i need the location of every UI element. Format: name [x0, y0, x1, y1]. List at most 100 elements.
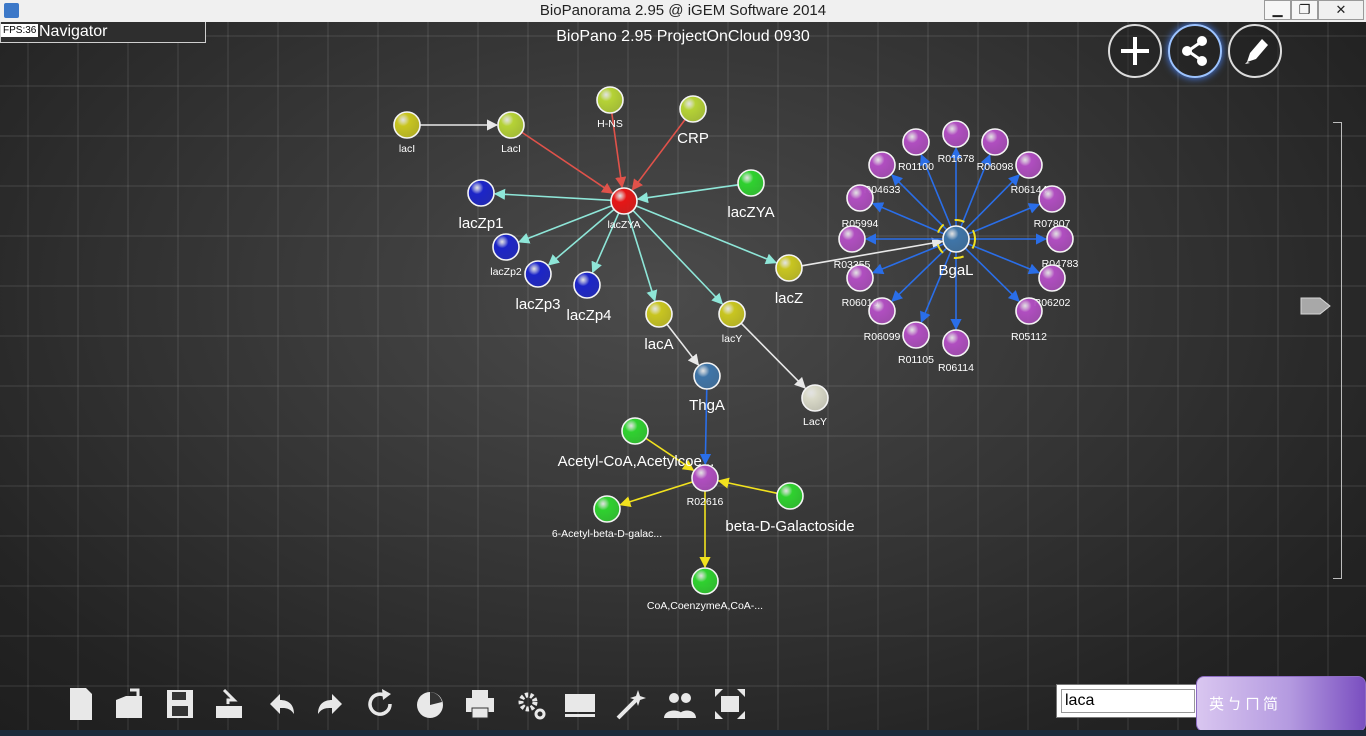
graph-edge[interactable] — [871, 243, 945, 275]
node-circle[interactable] — [524, 260, 552, 288]
node-circle[interactable] — [942, 329, 970, 357]
file-icon[interactable] — [70, 688, 92, 720]
refresh-icon[interactable] — [368, 689, 392, 716]
network-graph[interactable]: lacI LacI H-NS CRP lacZp1 lacZYA lacZYA lacZp2 l… — [0, 22, 1366, 736]
graph-edge[interactable] — [967, 203, 1041, 235]
graph-node[interactable]: BgaL — [938, 225, 974, 279]
graph-node[interactable]: R04783 — [1042, 225, 1079, 270]
node-circle[interactable] — [679, 95, 707, 123]
node-circle[interactable] — [902, 128, 930, 156]
graph-node[interactable]: R03355 — [834, 225, 871, 271]
node-circle[interactable] — [868, 151, 896, 179]
node-circle[interactable] — [902, 321, 930, 349]
node-circle[interactable] — [1015, 151, 1043, 179]
graph-edge[interactable] — [967, 243, 1041, 275]
graph-node[interactable]: H-NS — [596, 86, 624, 130]
redo-icon[interactable] — [318, 694, 342, 714]
maximize-button[interactable]: ❐ — [1291, 0, 1318, 20]
graph-node[interactable]: LacI — [497, 111, 525, 155]
graph-edge[interactable] — [619, 481, 693, 508]
graph-edge[interactable] — [717, 477, 778, 495]
gear-icon[interactable] — [518, 692, 546, 720]
minimize-button[interactable]: ▁ — [1264, 0, 1291, 20]
graph-node[interactable]: R06114 — [938, 329, 974, 374]
share-button[interactable] — [1168, 24, 1222, 78]
folder-open-icon[interactable] — [116, 688, 142, 718]
node-circle[interactable] — [573, 271, 601, 299]
graph-node[interactable]: LacY — [801, 384, 829, 428]
node-circle[interactable] — [593, 495, 621, 523]
graph-node[interactable]: beta-D-Galactoside — [725, 482, 855, 535]
node-circle[interactable] — [693, 362, 721, 390]
users-icon[interactable] — [664, 693, 696, 718]
book-icon[interactable] — [565, 694, 595, 717]
node-circle[interactable] — [846, 184, 874, 212]
graph-node[interactable]: R02616 — [687, 464, 724, 508]
node-circle[interactable] — [801, 384, 829, 412]
graph-node[interactable]: Acetyl-CoA,Acetylcoe... — [558, 417, 715, 470]
canvas-area[interactable]: lacI LacI H-NS CRP lacZp1 lacZYA lacZYA lacZp2 l… — [0, 22, 1366, 736]
expand-panel-arrow-icon[interactable] — [1300, 294, 1332, 318]
node-circle[interactable] — [775, 254, 803, 282]
graph-edge[interactable] — [740, 322, 806, 389]
graph-node[interactable]: R01100 — [898, 128, 934, 173]
add-button[interactable] — [1108, 24, 1162, 78]
node-circle[interactable] — [1046, 225, 1074, 253]
graph-node[interactable]: lacY — [718, 300, 746, 345]
node-circle[interactable] — [718, 300, 746, 328]
graph-node[interactable]: lacZ — [775, 254, 803, 307]
pie-chart-icon[interactable] — [417, 692, 443, 718]
graph-node[interactable]: lacI — [393, 111, 421, 155]
graph-edge[interactable] — [871, 202, 945, 235]
undo-icon[interactable] — [270, 694, 294, 714]
graph-edge[interactable] — [632, 209, 724, 305]
graph-node[interactable]: R01105 — [898, 321, 934, 366]
graph-edge[interactable] — [521, 131, 614, 194]
node-circle[interactable] — [621, 417, 649, 445]
node-circle[interactable] — [1038, 185, 1066, 213]
graph-node[interactable]: CRP — [677, 95, 709, 147]
graph-edge[interactable] — [636, 184, 739, 204]
graph-node[interactable]: lacZp1 — [458, 179, 504, 232]
graph-edge[interactable] — [493, 188, 612, 202]
node-circle[interactable] — [942, 120, 970, 148]
node-circle[interactable] — [467, 179, 495, 207]
graph-node[interactable]: 6-Acetyl-beta-D-galac... — [552, 495, 662, 540]
node-circle[interactable] — [1038, 264, 1066, 292]
print-icon[interactable] — [466, 690, 494, 719]
node-circle[interactable] — [596, 86, 624, 114]
node-circle[interactable] — [776, 482, 804, 510]
graph-node[interactable]: lacZYA — [607, 187, 641, 231]
search-input[interactable] — [1061, 689, 1195, 713]
node-circle[interactable] — [868, 297, 896, 325]
node-circle[interactable] — [846, 264, 874, 292]
node-circle[interactable] — [942, 225, 970, 253]
node-circle[interactable] — [610, 187, 638, 215]
graph-node[interactable]: lacZp2 — [490, 233, 522, 278]
magic-wand-icon[interactable] — [616, 690, 646, 720]
node-circle[interactable] — [393, 111, 421, 139]
node-circle[interactable] — [492, 233, 520, 261]
node-circle[interactable] — [981, 128, 1009, 156]
save-icon[interactable] — [167, 690, 193, 718]
node-circle[interactable] — [737, 169, 765, 197]
node-circle[interactable] — [838, 225, 866, 253]
fit-screen-icon[interactable] — [715, 689, 745, 719]
graph-node[interactable]: R01678 — [938, 120, 975, 165]
import-icon[interactable] — [216, 688, 242, 718]
close-button[interactable]: ✕ — [1318, 0, 1364, 20]
node-circle[interactable] — [691, 567, 719, 595]
node-circle[interactable] — [645, 300, 673, 328]
graph-node[interactable]: lacZYA — [727, 169, 775, 221]
graph-node[interactable]: ThgA — [689, 362, 725, 414]
graph-node[interactable]: CoA,CoenzymeA,CoA-... — [647, 567, 763, 612]
node-circle[interactable] — [497, 111, 525, 139]
graph-node[interactable]: lacZp4 — [566, 271, 612, 324]
ime-toolbar[interactable]: 英ㄅㄇ简 — [1196, 676, 1366, 732]
graph-node[interactable]: R06144 — [1011, 151, 1048, 196]
graph-node[interactable]: lacZp3 — [515, 260, 561, 313]
graph-node[interactable]: R06098 — [977, 128, 1014, 173]
node-circle[interactable] — [1015, 297, 1043, 325]
edit-button[interactable] — [1228, 24, 1282, 78]
node-circle[interactable] — [691, 464, 719, 492]
